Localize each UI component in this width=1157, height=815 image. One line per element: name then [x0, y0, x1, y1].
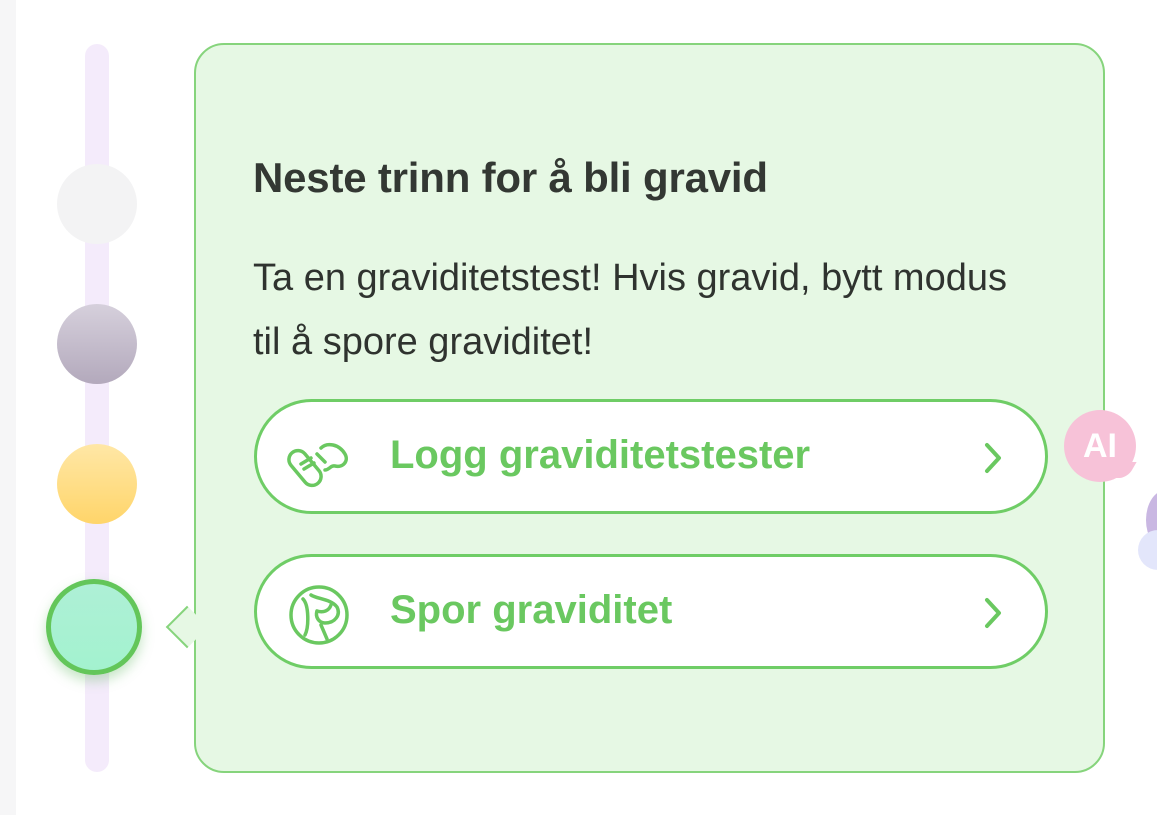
- pregnancy-test-icon: [287, 442, 348, 488]
- timeline-step-1[interactable]: [57, 164, 137, 244]
- log-pregnancy-tests-button[interactable]: Logg graviditetstester: [254, 399, 1048, 514]
- chevron-right-icon: [985, 598, 1001, 628]
- track-pregnancy-label: Spor graviditet: [390, 588, 673, 632]
- card-description: Ta en graviditetstest! Hvis gravid, bytt…: [253, 257, 1007, 363]
- pregnancy-belly-icon: [289, 585, 349, 645]
- card-title: Neste trinn for å bli gravid: [253, 154, 768, 201]
- track-pregnancy-button[interactable]: Spor graviditet: [254, 554, 1048, 669]
- ai-badge-label: AI: [1083, 427, 1117, 465]
- timeline-step-4-active[interactable]: [46, 579, 142, 675]
- chevron-right-icon: [985, 443, 1001, 473]
- timeline-step-2[interactable]: [57, 304, 137, 384]
- log-pregnancy-tests-label: Logg graviditetstester: [390, 433, 811, 477]
- timeline-step-3[interactable]: [57, 444, 137, 524]
